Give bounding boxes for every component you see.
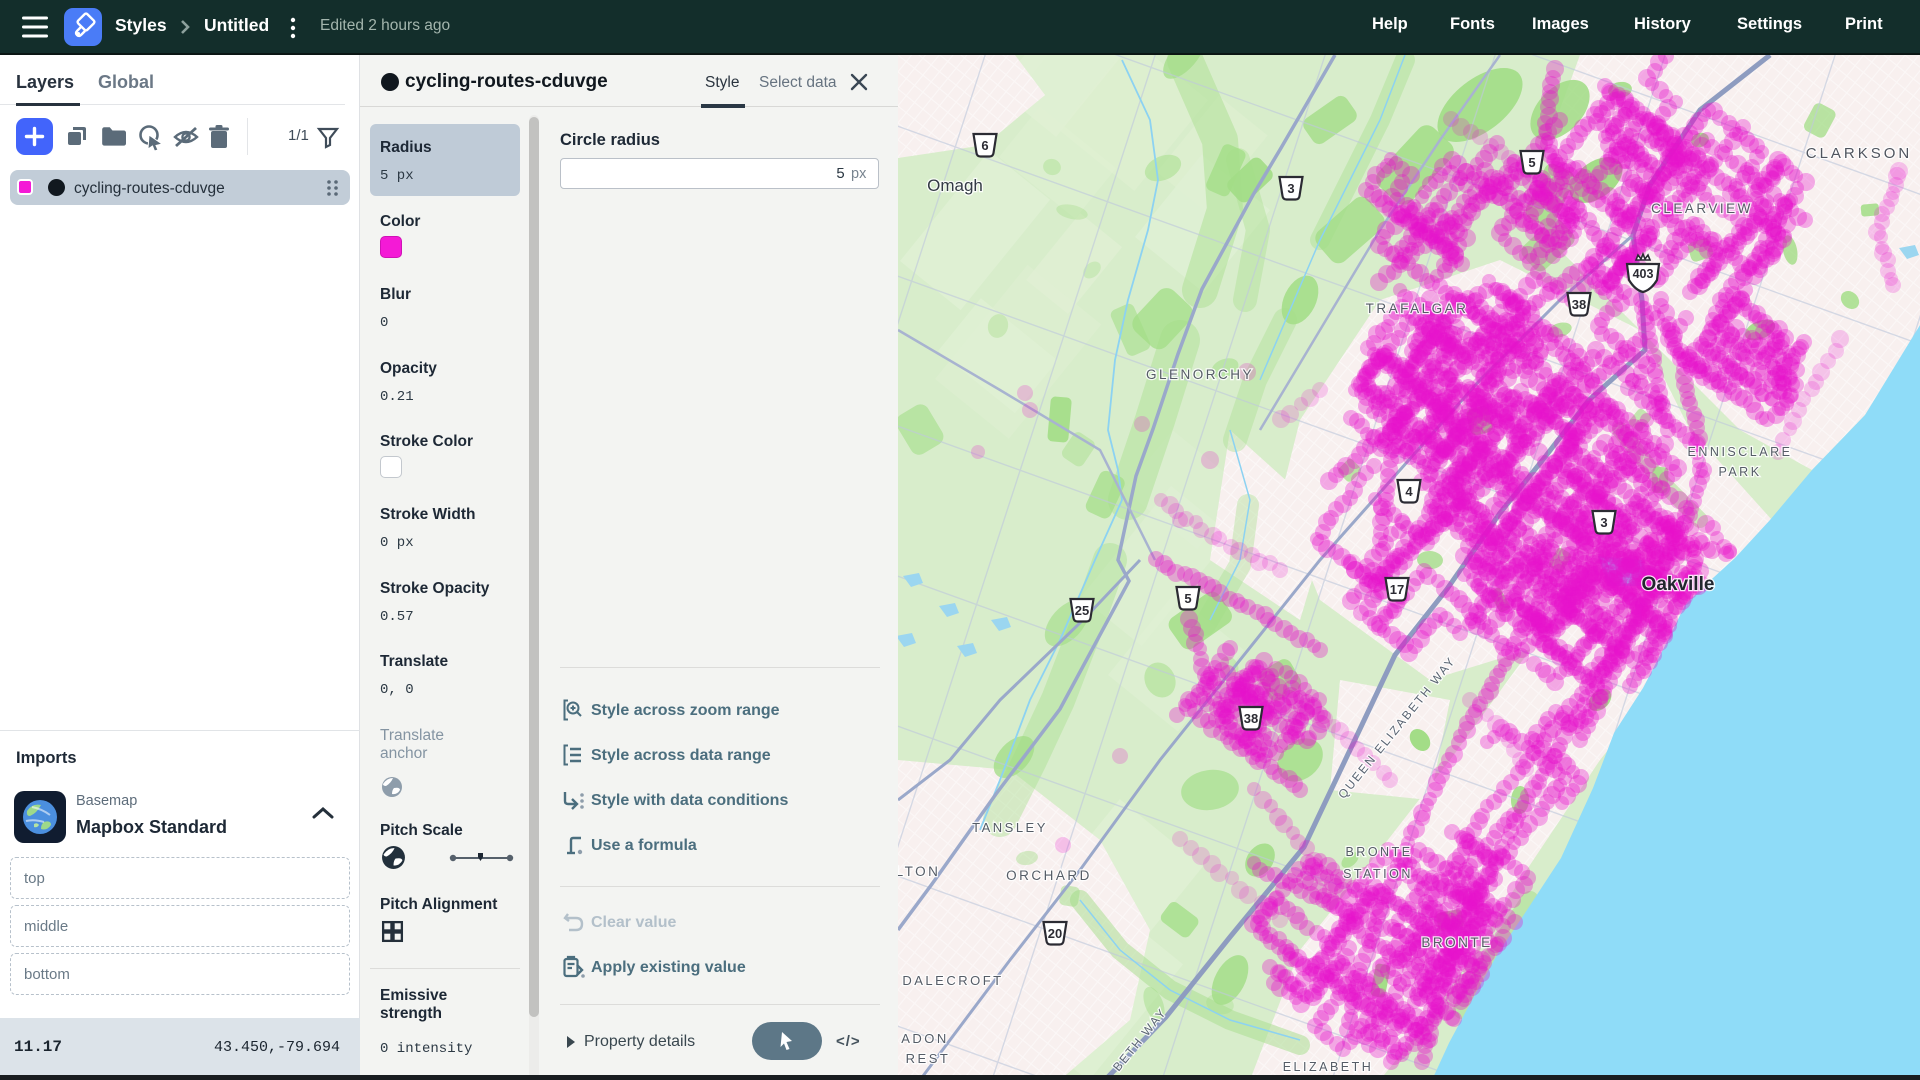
svg-text:BRONTE: BRONTE [1345, 845, 1412, 859]
svg-text:5: 5 [1528, 155, 1535, 170]
svg-text:ADON: ADON [901, 1031, 949, 1046]
svg-text:Oakville: Oakville [1642, 574, 1715, 595]
svg-text:20: 20 [1048, 926, 1062, 941]
svg-text:CLARKSON: CLARKSON [1806, 145, 1913, 162]
svg-text:38: 38 [1572, 297, 1586, 312]
svg-text:403: 403 [1633, 267, 1654, 281]
svg-text:ENNISCLARE: ENNISCLARE [1688, 445, 1793, 459]
svg-text:DALECROFT: DALECROFT [902, 973, 1003, 988]
svg-text:3: 3 [1600, 515, 1607, 530]
svg-text:STATION: STATION [1343, 867, 1413, 881]
svg-text:TANSLEY: TANSLEY [972, 820, 1048, 835]
svg-text:17: 17 [1390, 582, 1404, 597]
svg-text:25: 25 [1075, 603, 1089, 618]
svg-text:LTON: LTON [898, 864, 940, 879]
svg-text:PARK: PARK [1718, 465, 1761, 479]
svg-text:CLEARVIEW: CLEARVIEW [1651, 201, 1753, 216]
svg-text:Omagh: Omagh [927, 176, 983, 195]
svg-text:3: 3 [1287, 181, 1294, 196]
svg-text:5: 5 [1184, 591, 1191, 606]
svg-text:BRONTE: BRONTE [1421, 935, 1492, 950]
svg-text:38: 38 [1244, 711, 1258, 726]
svg-text:4: 4 [1405, 484, 1413, 499]
svg-text:6: 6 [981, 138, 988, 153]
svg-text:ELIZABETH: ELIZABETH [1283, 1060, 1374, 1074]
svg-text:ORCHARD: ORCHARD [1006, 868, 1092, 883]
svg-text:GLENORCHY: GLENORCHY [1146, 367, 1254, 382]
svg-text:TRAFALGAR: TRAFALGAR [1366, 301, 1469, 316]
svg-text:REST: REST [906, 1051, 951, 1066]
